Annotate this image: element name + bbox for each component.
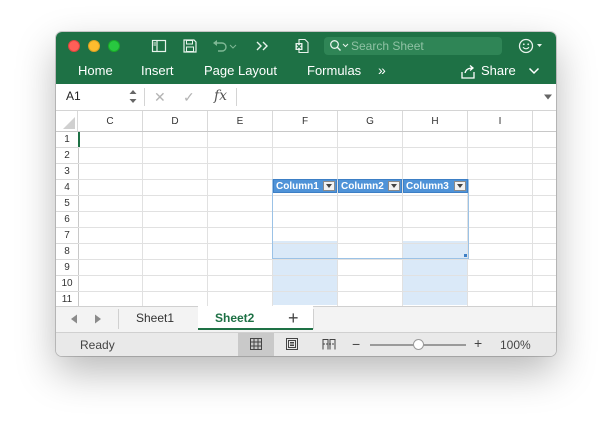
search-icon xyxy=(330,40,349,51)
next-sheet-icon[interactable] xyxy=(94,314,102,324)
row-header-3[interactable]: 3 xyxy=(56,164,78,180)
expand-formula-icon[interactable] xyxy=(543,92,553,102)
search-placeholder: Search Sheet xyxy=(351,39,424,53)
row-header-6[interactable]: 6 xyxy=(56,212,78,228)
page-layout-icon xyxy=(286,338,298,350)
row-header-9[interactable]: 9 xyxy=(56,260,78,276)
zoom-level[interactable]: 100% xyxy=(500,338,531,352)
page-break-icon xyxy=(322,339,336,350)
table-header-label: Column3 xyxy=(406,181,449,192)
gridline xyxy=(532,132,533,306)
page-layout-view-button[interactable] xyxy=(274,333,310,356)
row-header-divider xyxy=(78,132,79,306)
excel-window: Search Sheet Home Insert Page Layout For… xyxy=(56,32,556,356)
name-box[interactable]: A1 xyxy=(66,89,81,103)
function-button[interactable]: fx xyxy=(214,88,227,104)
divider xyxy=(118,309,119,329)
more-commands-icon[interactable] xyxy=(254,38,270,54)
column-header-c[interactable]: C xyxy=(78,111,143,132)
row-header-11[interactable]: 11 xyxy=(56,292,78,306)
row-header-8[interactable]: 8 xyxy=(56,244,78,260)
zoom-in-button[interactable]: + xyxy=(474,335,482,351)
table-header-cell[interactable]: Column2 xyxy=(338,179,402,193)
previous-sheet-icon[interactable] xyxy=(70,314,78,324)
add-sheet-button[interactable]: + xyxy=(288,308,299,329)
tab-formulas[interactable]: Formulas xyxy=(307,63,361,78)
filter-dropdown-icon[interactable] xyxy=(388,181,400,191)
zoom-out-button[interactable]: − xyxy=(352,336,360,352)
gridline xyxy=(207,132,208,306)
row-header-7[interactable]: 7 xyxy=(56,228,78,244)
row-header-2[interactable]: 2 xyxy=(56,148,78,164)
row-header-10[interactable]: 10 xyxy=(56,276,78,292)
column-header-d[interactable]: D xyxy=(143,111,208,132)
column-header-h[interactable]: H xyxy=(403,111,468,132)
select-all-corner[interactable] xyxy=(56,111,78,132)
gridline xyxy=(78,275,556,276)
sidebar-icon[interactable] xyxy=(151,38,167,54)
sheet-tab-sheet2[interactable]: Sheet2 xyxy=(215,311,254,325)
sheet-tab-bar: Sheet1 Sheet2 + xyxy=(56,306,556,332)
gridline xyxy=(78,147,556,148)
row-header-4[interactable]: 4 xyxy=(56,180,78,196)
title-bar: Search Sheet xyxy=(56,32,556,60)
chevron-down-icon[interactable] xyxy=(528,65,544,81)
gridline xyxy=(142,132,143,306)
formula-bar: A1 ✕ ✓ fx xyxy=(56,84,556,111)
divider xyxy=(313,309,314,329)
grid-view-icon xyxy=(250,338,262,350)
divider xyxy=(144,88,145,106)
minimize-button[interactable] xyxy=(88,40,100,52)
name-box-stepper-icon[interactable] xyxy=(128,87,138,107)
sheet-tab-sheet1[interactable]: Sheet1 xyxy=(136,311,174,325)
row-header-5[interactable]: 5 xyxy=(56,196,78,212)
feedback-smiley-icon[interactable] xyxy=(518,38,546,54)
column-header-g[interactable]: G xyxy=(338,111,403,132)
status-text: Ready xyxy=(80,338,115,352)
row-header-1[interactable]: 1 xyxy=(56,132,78,148)
table-resize-handle[interactable] xyxy=(464,254,467,257)
table-header-label: Column2 xyxy=(341,181,384,192)
save-icon[interactable] xyxy=(182,38,198,54)
gridline xyxy=(78,291,556,292)
column-header-j[interactable] xyxy=(533,111,556,132)
tab-page-layout[interactable]: Page Layout xyxy=(204,63,277,78)
tab-insert[interactable]: Insert xyxy=(141,63,174,78)
status-bar: Ready − + 100% xyxy=(56,332,556,356)
gridline xyxy=(78,259,556,260)
table-header-cell[interactable]: Column1 xyxy=(273,179,337,193)
column-header-f[interactable]: F xyxy=(273,111,338,132)
tab-home[interactable]: Home xyxy=(78,63,113,78)
column-header-i[interactable]: I xyxy=(468,111,533,132)
search-field[interactable]: Search Sheet xyxy=(324,37,502,55)
active-cell-indicator xyxy=(78,132,80,147)
spreadsheet-grid[interactable]: C D E F G H I 1 2 3 4 5 6 7 8 9 10 11 Co… xyxy=(56,111,556,306)
gridline xyxy=(78,163,556,164)
share-icon xyxy=(460,64,476,80)
column-header-e[interactable]: E xyxy=(208,111,273,132)
table-header-label: Column1 xyxy=(276,181,319,192)
table-header-cell[interactable]: Column3 xyxy=(403,179,468,193)
page-break-view-button[interactable] xyxy=(310,333,346,356)
share-button[interactable]: Share xyxy=(481,63,516,78)
excel-document-icon xyxy=(294,38,310,54)
confirm-icon[interactable]: ✓ xyxy=(183,89,195,106)
zoom-button[interactable] xyxy=(108,40,120,52)
normal-view-button[interactable] xyxy=(238,333,274,356)
ribbon-tabs: Home Insert Page Layout Formulas » Share xyxy=(56,60,556,84)
close-button[interactable] xyxy=(68,40,80,52)
filter-dropdown-icon[interactable] xyxy=(323,181,335,191)
zoom-slider-knob[interactable] xyxy=(413,339,424,350)
cancel-icon[interactable]: ✕ xyxy=(154,89,166,106)
more-tabs-button[interactable]: » xyxy=(378,62,386,78)
header-divider xyxy=(56,131,556,132)
divider xyxy=(236,88,237,106)
filter-dropdown-icon[interactable] xyxy=(454,181,466,191)
undo-icon[interactable] xyxy=(211,38,237,54)
